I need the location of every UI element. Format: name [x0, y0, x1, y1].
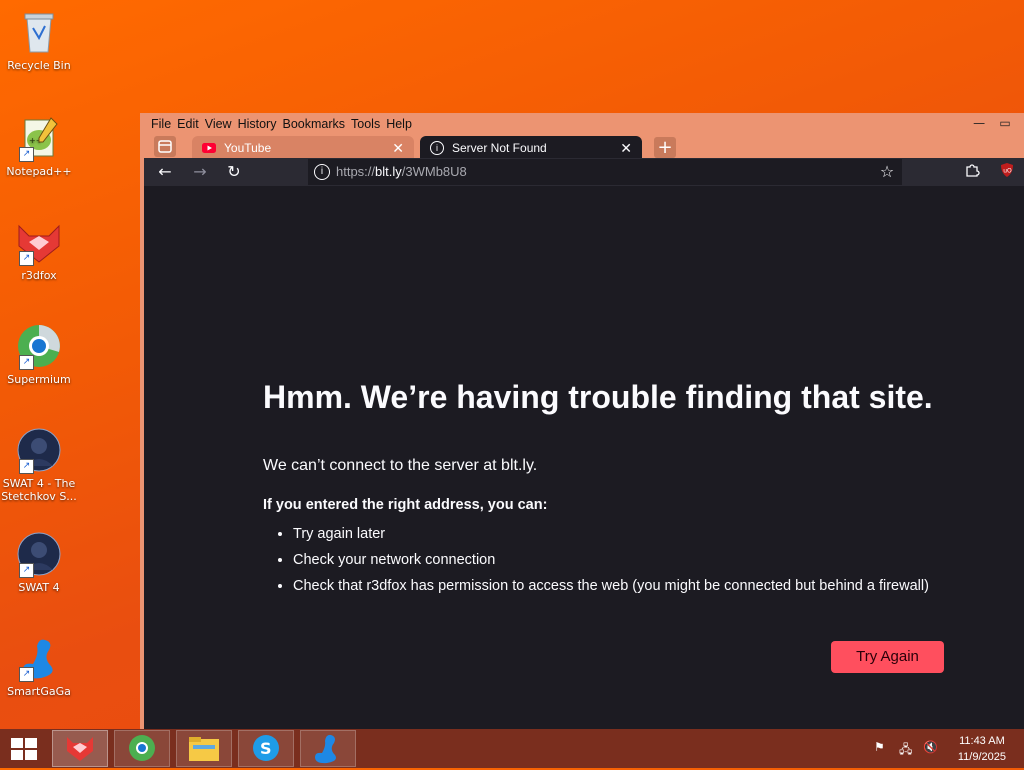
- shortcut-arrow-icon: ↗: [19, 667, 34, 682]
- youtube-icon: [202, 143, 216, 153]
- info-icon: i: [430, 141, 444, 155]
- desktop-icon-swat4-stetchkov[interactable]: ↗ SWAT 4 - The Stetchkov S...: [0, 422, 78, 503]
- windows-logo-icon: [11, 738, 37, 760]
- site-info-icon[interactable]: i: [314, 164, 330, 180]
- shortcut-arrow-icon: ↗: [19, 147, 34, 162]
- puzzle-icon: [966, 164, 980, 177]
- desktop-icon-label: r3dfox: [21, 269, 57, 282]
- close-icon[interactable]: ✕: [392, 140, 404, 157]
- star-icon: ☆: [879, 162, 895, 181]
- supermium-icon: [129, 735, 155, 761]
- shortcut-arrow-icon: ↗: [19, 355, 34, 370]
- menu-tools[interactable]: Tools: [348, 115, 383, 134]
- desktop-icon-label: SmartGaGa: [7, 685, 71, 698]
- shortcut-arrow-icon: ↗: [19, 459, 34, 474]
- extensions-button[interactable]: [961, 162, 983, 182]
- forward-button[interactable]: →: [189, 162, 211, 182]
- error-lead: If you entered the right address, you ca…: [263, 497, 548, 513]
- clock-time: 11:43 AM: [959, 735, 1005, 747]
- menu-history[interactable]: History: [235, 115, 280, 134]
- action-center-flag-icon[interactable]: ⚑: [874, 740, 888, 754]
- network-icon[interactable]: 🖧: [899, 740, 913, 756]
- desktop-icon-label: Recycle Bin: [7, 59, 71, 72]
- arrow-left-icon: ←: [158, 162, 172, 181]
- desktop-icon-recycle-bin[interactable]: Recycle Bin: [0, 4, 78, 72]
- desktop-icon-label: SWAT 4: [18, 581, 60, 594]
- shortcut-arrow-icon: ↗: [19, 563, 34, 578]
- tab-title: YouTube: [224, 141, 272, 155]
- desktop-icon-label: Notepad++: [6, 165, 72, 178]
- url-text: https://blt.ly/3WMb8U8: [336, 164, 467, 179]
- navigation-toolbar: ← → ↻ i https://blt.ly/3WMb8U8 ☆ uO: [144, 158, 1024, 186]
- try-again-button[interactable]: Try Again: [831, 641, 944, 673]
- r3dfox-icon: ↗: [15, 218, 63, 266]
- clock-date: 11/9/2025: [957, 751, 1006, 763]
- maximize-button[interactable]: ▭: [994, 116, 1016, 130]
- taskbar-r3dfox[interactable]: [52, 730, 108, 767]
- smartgaga-icon: [315, 734, 336, 764]
- suggestion-list: Try again later Check your network conne…: [263, 526, 929, 604]
- supermium-icon: ↗: [15, 322, 63, 370]
- menu-help[interactable]: Help: [383, 115, 415, 134]
- desktop-icon-swat4[interactable]: ↗ SWAT 4: [0, 526, 78, 594]
- desktop-icon-label: SWAT 4 - The Stetchkov S...: [1, 477, 77, 503]
- list-item: Try again later: [293, 526, 929, 542]
- close-icon[interactable]: ✕: [620, 140, 632, 157]
- system-clock[interactable]: 11:43 AM 11/9/2025: [958, 733, 1006, 765]
- desktop-icon-smartgaga[interactable]: ↗ SmartGaGa: [0, 630, 78, 698]
- folder-icon: [189, 737, 219, 761]
- plus-icon: +: [657, 137, 673, 158]
- swat4-stetchkov-icon: ↗: [15, 426, 63, 474]
- menu-edit[interactable]: Edit: [174, 115, 202, 134]
- new-tab-button[interactable]: +: [654, 137, 676, 158]
- bookmark-star-button[interactable]: ☆: [876, 162, 898, 182]
- tab-list-icon: [158, 140, 172, 153]
- reload-button[interactable]: ↻: [223, 162, 245, 182]
- start-button[interactable]: [10, 737, 38, 761]
- smartgaga-icon: ↗: [15, 634, 63, 682]
- skype-icon: S: [253, 735, 279, 761]
- r3dfox-icon: [67, 737, 93, 761]
- list-item: Check your network connection: [293, 552, 929, 568]
- desktop-icon-supermium[interactable]: ↗ Supermium: [0, 318, 78, 386]
- taskbar-skype[interactable]: S: [238, 730, 294, 767]
- tab-overview-button[interactable]: [154, 136, 176, 157]
- tab-server-not-found[interactable]: i Server Not Found ✕: [420, 136, 642, 160]
- taskbar-supermium[interactable]: [114, 730, 170, 767]
- swat4-icon: ↗: [15, 530, 63, 578]
- taskbar-file-explorer[interactable]: [176, 730, 232, 767]
- menu-file[interactable]: File: [148, 115, 174, 134]
- tab-strip: YouTube ✕ i Server Not Found ✕ +: [144, 134, 1024, 160]
- tab-title: Server Not Found: [452, 141, 547, 155]
- desktop-icon-notepad-plus-plus[interactable]: ++ ↗ Notepad++: [0, 110, 78, 178]
- browser-window: File Edit View History Bookmarks Tools H…: [140, 113, 1024, 729]
- list-item: Check that r3dfox has permission to acce…: [293, 578, 929, 594]
- url-bar[interactable]: i https://blt.ly/3WMb8U8: [308, 159, 902, 185]
- tab-youtube[interactable]: YouTube ✕: [192, 136, 414, 160]
- ublock-button[interactable]: uO: [996, 162, 1018, 182]
- taskbar: S ⚑ 🖧 🔇 11:43 AM 11/9/2025: [0, 729, 1024, 768]
- notepad-plus-plus-icon: ++ ↗: [15, 114, 63, 162]
- error-page: Hmm. We’re having trouble finding that s…: [144, 186, 1024, 729]
- recycle-bin-icon: [15, 8, 63, 56]
- error-title: Hmm. We’re having trouble finding that s…: [263, 379, 933, 415]
- back-button[interactable]: ←: [154, 162, 176, 182]
- reload-icon: ↻: [227, 162, 241, 181]
- shortcut-arrow-icon: ↗: [19, 251, 34, 266]
- menu-view[interactable]: View: [202, 115, 235, 134]
- ublock-origin-icon: uO: [1001, 163, 1013, 177]
- desktop-icon-r3dfox[interactable]: ↗ r3dfox: [0, 214, 78, 282]
- minimize-button[interactable]: —: [968, 116, 990, 130]
- svg-text:uO: uO: [1003, 168, 1012, 175]
- taskbar-smartgaga[interactable]: [300, 730, 356, 767]
- arrow-right-icon: →: [193, 162, 207, 181]
- window-controls: — ▭: [968, 116, 1016, 130]
- menu-bar: File Edit View History Bookmarks Tools H…: [148, 115, 415, 134]
- error-subtitle: We can’t connect to the server at blt.ly…: [263, 457, 538, 474]
- menu-bookmarks[interactable]: Bookmarks: [279, 115, 348, 134]
- svg-text:S: S: [260, 739, 272, 758]
- volume-muted-icon[interactable]: 🔇: [923, 740, 938, 754]
- desktop-icon-label: Supermium: [7, 373, 71, 386]
